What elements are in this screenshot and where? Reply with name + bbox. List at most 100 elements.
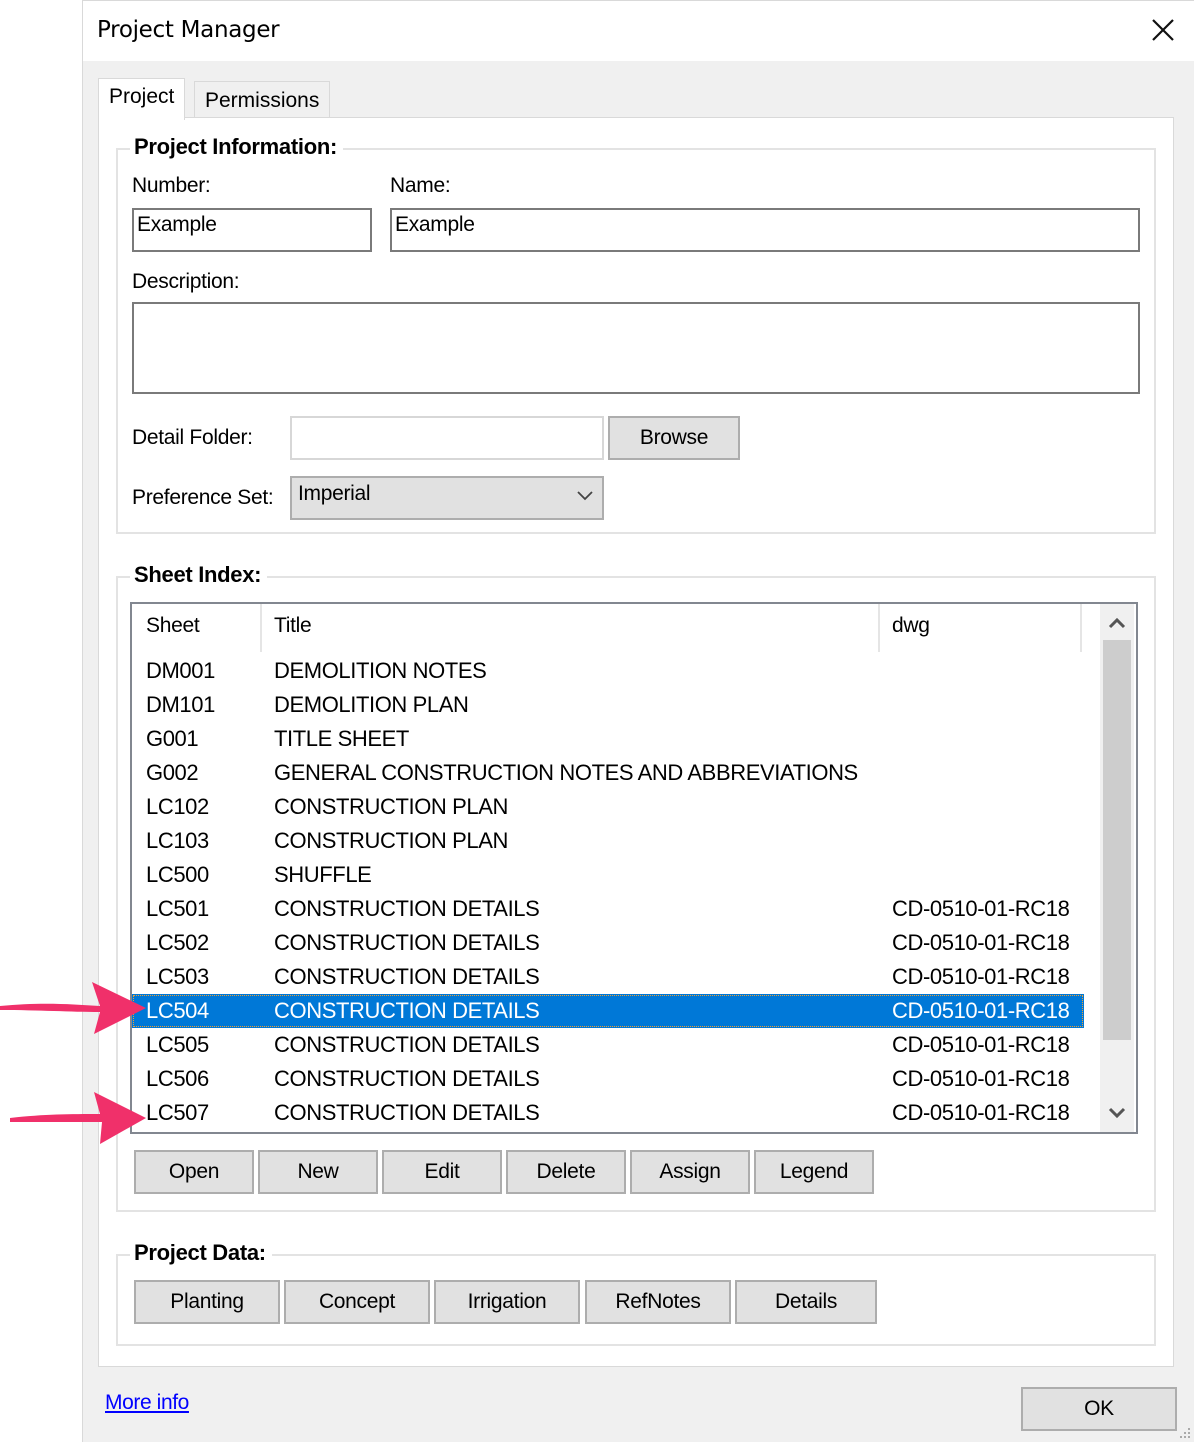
table-row[interactable]: LC503 CONSTRUCTION DETAILS CD-0510-01-RC18 [132, 960, 1084, 994]
cell-dwg: CD-0510-01-RC18 [892, 896, 1070, 921]
table-row[interactable]: LC506 CONSTRUCTION DETAILS CD-0510-01-RC18 [132, 1062, 1084, 1096]
preference-set-label: Preference Set: [132, 486, 274, 509]
cell-title: DEMOLITION PLAN [274, 692, 469, 717]
cell-sheet: DM101 [146, 692, 215, 717]
scrollbar-thumb[interactable] [1103, 640, 1131, 1040]
more-info-link[interactable]: More info [105, 1391, 189, 1415]
planting-button[interactable]: Planting [134, 1280, 280, 1324]
table-row[interactable]: LC500 SHUFFLE [132, 858, 1084, 892]
close-icon [1152, 19, 1174, 41]
browse-button[interactable]: Browse [608, 416, 740, 460]
cell-title: TITLE SHEET [274, 726, 409, 751]
column-header-sheet[interactable]: Sheet [146, 614, 200, 638]
cell-title: GENERAL CONSTRUCTION NOTES AND ABBREVIAT… [274, 760, 858, 785]
cell-dwg: CD-0510-01-RC18 [892, 930, 1070, 955]
refnotes-button[interactable]: RefNotes [585, 1280, 731, 1324]
table-row[interactable]: LC102 CONSTRUCTION PLAN [132, 790, 1084, 824]
cell-sheet: G002 [146, 760, 199, 785]
column-separator[interactable] [1080, 604, 1082, 652]
cell-sheet: LC501 [146, 896, 209, 921]
tab-permissions[interactable]: Permissions [194, 81, 331, 118]
table-row[interactable]: LC505 CONSTRUCTION DETAILS CD-0510-01-RC18 [132, 1028, 1084, 1062]
cell-sheet: LC500 [146, 862, 209, 887]
detail-folder-input[interactable] [290, 416, 604, 460]
scroll-up-icon[interactable] [1108, 616, 1126, 630]
number-label: Number: [132, 174, 211, 197]
column-separator[interactable] [260, 604, 262, 652]
list-scrollbar[interactable] [1100, 604, 1134, 1132]
title-bar: Project Manager [83, 1, 1194, 61]
table-row[interactable]: LC507 CONSTRUCTION DETAILS CD-0510-01-RC18 [132, 1096, 1084, 1130]
description-label: Description: [132, 270, 240, 293]
column-header-title[interactable]: Title [274, 614, 312, 638]
cell-sheet: LC505 [146, 1032, 209, 1057]
legend-button[interactable]: Legend [754, 1150, 874, 1194]
resize-grip-icon[interactable] [1178, 1426, 1192, 1440]
project-manager-dialog: Project Manager Project Permissions Proj… [82, 0, 1194, 1442]
assign-button[interactable]: Assign [630, 1150, 750, 1194]
cell-title: CONSTRUCTION DETAILS [274, 964, 540, 989]
close-button[interactable] [1146, 13, 1180, 47]
chevron-down-icon [577, 491, 593, 501]
cell-sheet: LC507 [146, 1100, 209, 1125]
number-input[interactable]: Example [132, 208, 372, 252]
concept-button[interactable]: Concept [284, 1280, 430, 1324]
detail-folder-label: Detail Folder: [132, 426, 253, 449]
table-row[interactable]: G002 GENERAL CONSTRUCTION NOTES AND ABBRE… [132, 756, 1084, 790]
project-information-group: Project Information: Number: Example Nam… [116, 134, 1156, 534]
name-input[interactable]: Example [390, 208, 1140, 252]
table-row[interactable]: LC103 CONSTRUCTION PLAN [132, 824, 1084, 858]
ok-button[interactable]: OK [1021, 1387, 1177, 1431]
cell-title: CONSTRUCTION PLAN [274, 794, 508, 819]
scroll-down-icon[interactable] [1108, 1106, 1126, 1120]
table-row-selected[interactable]: LC504 CONSTRUCTION DETAILS CD-0510-01-RC18 [132, 994, 1084, 1028]
cell-title: CONSTRUCTION DETAILS [274, 930, 540, 955]
list-rows: DM001 DEMOLITION NOTES DM101 DEMOLITION PL… [132, 654, 1084, 1130]
edit-button[interactable]: Edit [382, 1150, 502, 1194]
cell-title: DEMOLITION NOTES [274, 658, 487, 683]
cell-dwg: CD-0510-01-RC18 [892, 1100, 1070, 1125]
cell-sheet: LC506 [146, 1066, 209, 1091]
cell-title: CONSTRUCTION DETAILS [274, 1032, 540, 1057]
name-label: Name: [390, 174, 451, 197]
preference-set-value: Imperial [298, 482, 371, 505]
table-row[interactable]: DM101 DEMOLITION PLAN [132, 688, 1084, 722]
column-header-dwg[interactable]: dwg [892, 614, 930, 638]
cell-dwg: CD-0510-01-RC18 [892, 998, 1070, 1023]
open-button[interactable]: Open [134, 1150, 254, 1194]
window-title: Project Manager [97, 17, 280, 43]
tab-project[interactable]: Project [98, 78, 186, 120]
cell-sheet: G001 [146, 726, 199, 751]
details-button[interactable]: Details [735, 1280, 877, 1324]
cell-dwg: CD-0510-01-RC18 [892, 1066, 1070, 1091]
preference-set-select[interactable]: Imperial [290, 476, 604, 520]
irrigation-button[interactable]: Irrigation [434, 1280, 580, 1324]
table-row[interactable]: LC502 CONSTRUCTION DETAILS CD-0510-01-RC18 [132, 926, 1084, 960]
cell-sheet: DM001 [146, 658, 215, 683]
cell-dwg: CD-0510-01-RC18 [892, 964, 1070, 989]
project-information-title: Project Information: [130, 134, 344, 160]
project-data-title: Project Data: [130, 1240, 272, 1266]
cell-sheet: LC502 [146, 930, 209, 955]
cell-title: CONSTRUCTION DETAILS [274, 896, 540, 921]
column-separator[interactable] [878, 604, 880, 652]
project-tab-page: Project Information: Number: Example Nam… [98, 117, 1174, 1367]
delete-button[interactable]: Delete [506, 1150, 626, 1194]
table-row[interactable]: DM001 DEMOLITION NOTES [132, 654, 1084, 688]
cell-title: CONSTRUCTION DETAILS [274, 998, 540, 1023]
cell-sheet: LC503 [146, 964, 209, 989]
cell-title: SHUFFLE [274, 862, 372, 887]
description-textarea[interactable] [132, 302, 1140, 394]
list-header: Sheet Title dwg [132, 604, 1092, 654]
cell-sheet: LC103 [146, 828, 209, 853]
cell-title: CONSTRUCTION PLAN [274, 828, 508, 853]
sheet-index-title: Sheet Index: [130, 562, 268, 588]
cell-dwg: CD-0510-01-RC18 [892, 1032, 1070, 1057]
new-button[interactable]: New [258, 1150, 378, 1194]
table-row[interactable]: G001 TITLE SHEET [132, 722, 1084, 756]
table-row[interactable]: LC501 CONSTRUCTION DETAILS CD-0510-01-RC18 [132, 892, 1084, 926]
sheet-index-list[interactable]: Sheet Title dwg DM001 DEMOLITION NOTES DM… [130, 602, 1138, 1134]
cell-sheet: LC504 [146, 998, 209, 1023]
annotation-arrow-icon [10, 1092, 146, 1144]
cell-title: CONSTRUCTION DETAILS [274, 1066, 540, 1091]
